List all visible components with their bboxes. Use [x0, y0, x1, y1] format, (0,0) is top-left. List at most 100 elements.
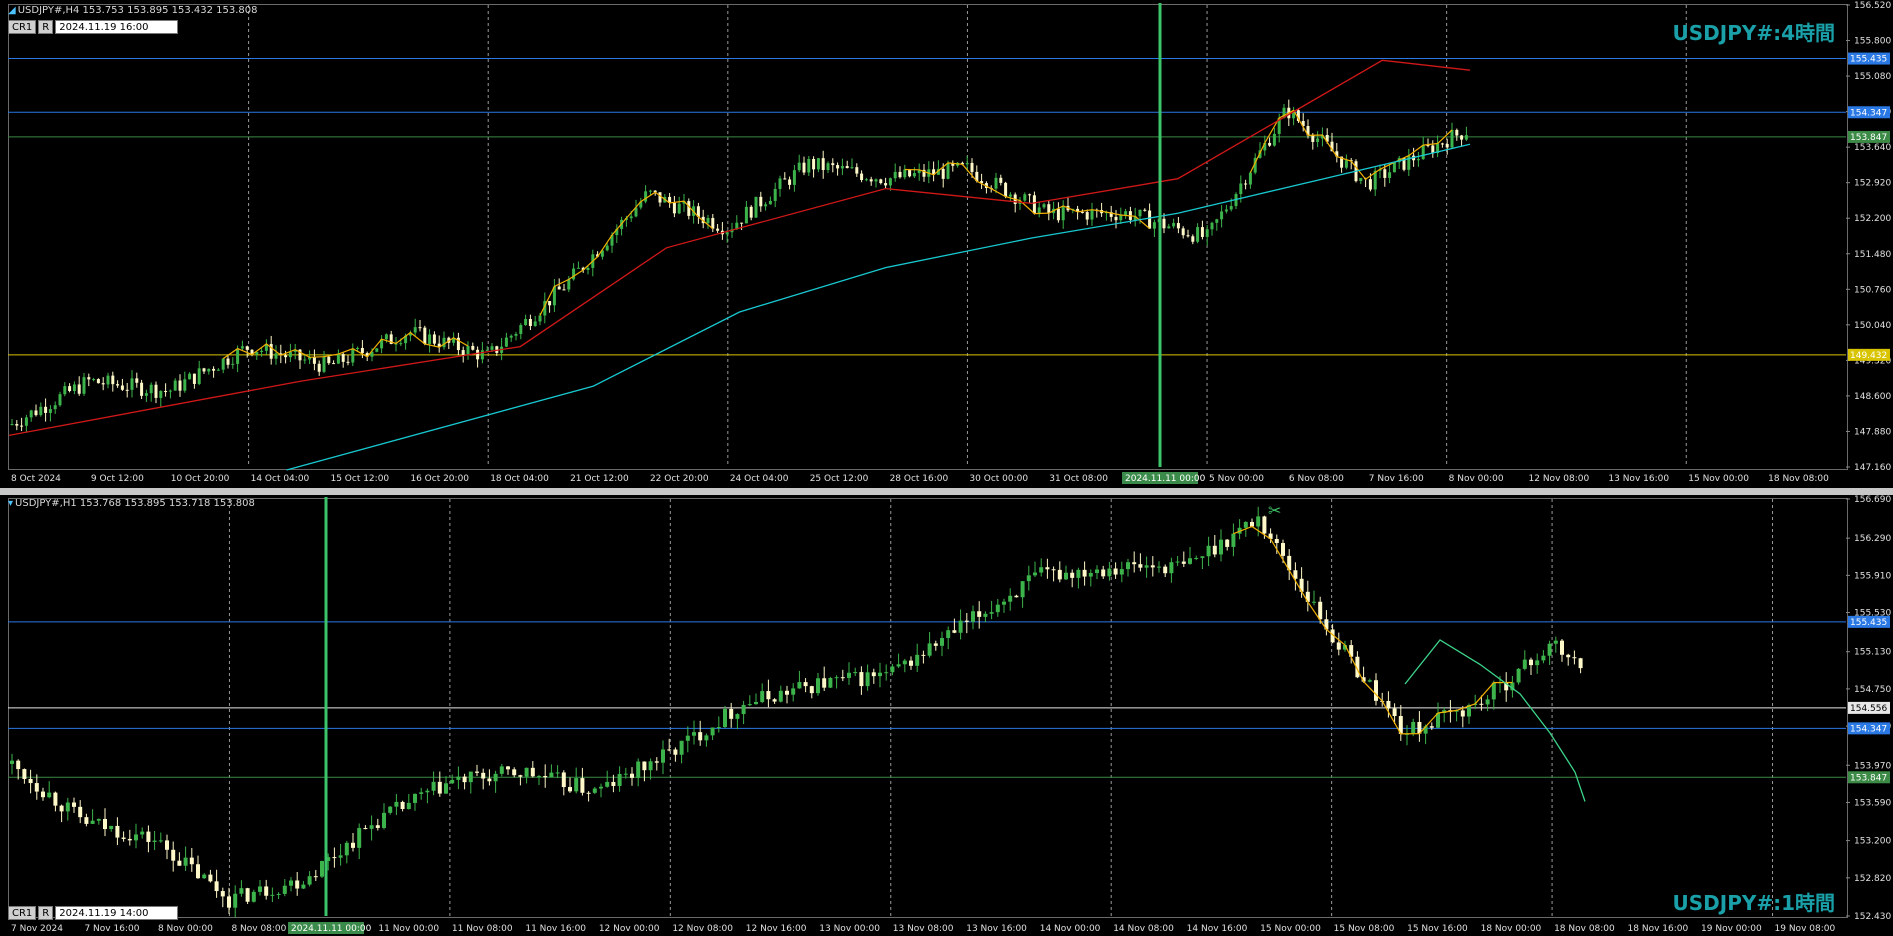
- x-tick-label: 11 Nov 16:00: [525, 924, 586, 934]
- candle-body: [245, 888, 250, 902]
- candle-body: [1080, 211, 1084, 213]
- candle-body: [468, 771, 473, 783]
- candle-body: [207, 368, 211, 372]
- candle-body: [778, 690, 783, 702]
- h1-chart-svg[interactable]: 7 Nov 2024 7 Nov 16:00 8 Nov 00:00 8 Nov 08…: [0, 495, 1893, 936]
- x-tick-label: 8 Nov 00:00: [158, 924, 213, 934]
- candle-body: [921, 654, 926, 656]
- candle-body: [196, 864, 200, 879]
- h1-chart-pane[interactable]: 7 Nov 2024 7 Nov 16:00 8 Nov 00:00 8 Nov 08…: [0, 495, 1893, 936]
- candle-body: [958, 620, 963, 633]
- candle-body: [59, 805, 64, 812]
- time-cursor-label: 2024.11.11 00:00: [291, 924, 372, 934]
- candle-body: [481, 772, 486, 779]
- candle-body: [1057, 569, 1062, 580]
- crosshair-tool-icon[interactable]: ✂: [1268, 501, 1281, 520]
- h4-chart-pane[interactable]: 8 Oct 2024 9 Oct 12:00 10 Oct 20:00 14 Oct …: [0, 0, 1893, 488]
- x-tick-label: 31 Oct 08:00: [1049, 474, 1108, 484]
- moving-average-ma_red: [8, 59, 1471, 437]
- candle-body: [106, 375, 110, 385]
- candle-body: [964, 620, 969, 622]
- candle-body: [1445, 143, 1449, 148]
- candle-body: [860, 173, 864, 180]
- candle-body: [146, 831, 151, 842]
- badge-r[interactable]: R: [38, 20, 54, 34]
- candle-body: [567, 279, 571, 290]
- x-tick-label: 8 Nov 00:00: [1449, 474, 1504, 484]
- candle-body: [874, 179, 878, 182]
- candle-body: [375, 825, 380, 828]
- candle-body: [120, 385, 124, 390]
- chart-header: ▾ USDJPY#,H1 153.768 153.895 153.718 153.…: [8, 498, 255, 509]
- candle-body: [164, 391, 168, 393]
- candle-body: [725, 232, 729, 235]
- candle-body: [1150, 565, 1155, 568]
- candle-body: [1243, 521, 1248, 528]
- x-tick-label: 11 Nov 08:00: [452, 924, 513, 934]
- candle-body: [227, 896, 231, 908]
- candle-body: [1008, 595, 1013, 602]
- candle-body: [462, 776, 467, 783]
- x-tick-label: 12 Nov 16:00: [746, 924, 807, 934]
- candle-body: [735, 714, 740, 719]
- candle-body: [240, 346, 244, 349]
- candle-body: [1455, 129, 1459, 136]
- candle-body: [394, 801, 399, 807]
- candle-body: [879, 179, 883, 184]
- candle-body: [1392, 162, 1396, 173]
- candle-body: [413, 793, 417, 803]
- x-tick-label: 18 Nov 08:00: [1768, 474, 1829, 484]
- badge-cr1[interactable]: CR1: [8, 906, 37, 920]
- candle-body: [450, 779, 455, 784]
- candle-body: [648, 761, 653, 771]
- candle-body: [871, 672, 876, 677]
- candle-body: [1113, 568, 1118, 575]
- badge-r[interactable]: R: [38, 906, 54, 920]
- candle-body: [1114, 216, 1118, 221]
- candle-body: [1225, 539, 1230, 547]
- candle-body: [82, 377, 86, 394]
- candle-body: [1157, 566, 1161, 568]
- candle-body: [1107, 568, 1112, 577]
- pane-separator[interactable]: [0, 488, 1893, 495]
- badge-cr1[interactable]: CR1: [8, 20, 37, 34]
- candle-body: [341, 354, 345, 362]
- y-tick-label: 156.690: [1854, 495, 1891, 505]
- candle-body: [557, 286, 561, 290]
- candle-body: [658, 192, 662, 203]
- h4-chart-svg[interactable]: 8 Oct 2024 9 Oct 12:00 10 Oct 20:00 14 Oct …: [0, 0, 1893, 488]
- candle-body: [1250, 521, 1254, 527]
- candle-body: [1045, 567, 1050, 570]
- candle-body: [288, 351, 292, 358]
- candle-body: [220, 891, 225, 897]
- candle-body: [1318, 601, 1323, 620]
- candle-body: [504, 337, 508, 347]
- x-tick-label: 18 Nov 16:00: [1628, 924, 1689, 934]
- candle-body: [490, 346, 494, 350]
- x-tick-label: 21 Oct 12:00: [570, 474, 629, 484]
- candle-body: [1163, 566, 1168, 574]
- x-tick-label: 15 Nov 08:00: [1334, 924, 1395, 934]
- candle-body: [363, 828, 368, 830]
- candle-body: [158, 840, 163, 842]
- candle-body: [884, 183, 888, 186]
- candle-body: [154, 384, 158, 398]
- candle-body: [1386, 700, 1391, 709]
- badge-datetime: 2024.11.19 14:00: [55, 906, 179, 920]
- y-tick-label: 155.130: [1854, 648, 1891, 658]
- candle-body: [487, 778, 492, 782]
- candle-body: [826, 163, 830, 171]
- candle-body: [382, 812, 386, 828]
- candle-body: [22, 769, 27, 779]
- candle-body: [16, 760, 21, 770]
- y-tick-label: 150.040: [1854, 321, 1891, 331]
- y-tick-label: 156.520: [1854, 1, 1891, 11]
- candle-body: [586, 792, 591, 794]
- candle-body: [586, 267, 590, 270]
- candle-body: [915, 654, 920, 666]
- candle-body: [152, 840, 157, 842]
- candle-body: [760, 691, 765, 702]
- candle-body: [1051, 569, 1056, 571]
- candle-body: [537, 776, 541, 778]
- candle-body: [444, 783, 448, 794]
